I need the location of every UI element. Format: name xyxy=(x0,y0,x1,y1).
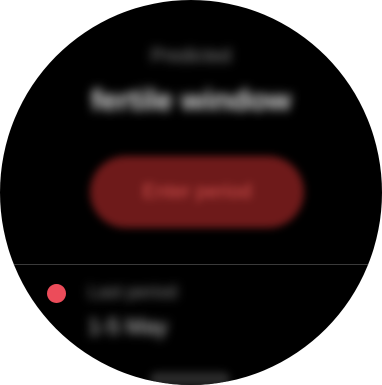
header-label: Predicted xyxy=(150,46,232,67)
period-dot-icon xyxy=(47,284,66,303)
last-period-item[interactable]: Last period 1-5 May xyxy=(0,270,382,385)
scroll-hint xyxy=(150,372,230,385)
item-value: 1-5 May xyxy=(88,314,168,339)
item-caption: Last period xyxy=(88,282,178,302)
enter-period-label: Enter period xyxy=(142,180,252,203)
enter-period-button[interactable]: Enter period xyxy=(90,156,304,228)
divider xyxy=(0,264,382,265)
header-title: fertile window xyxy=(90,84,291,117)
watch-screen: Predicted fertile window Enter period La… xyxy=(0,0,382,385)
